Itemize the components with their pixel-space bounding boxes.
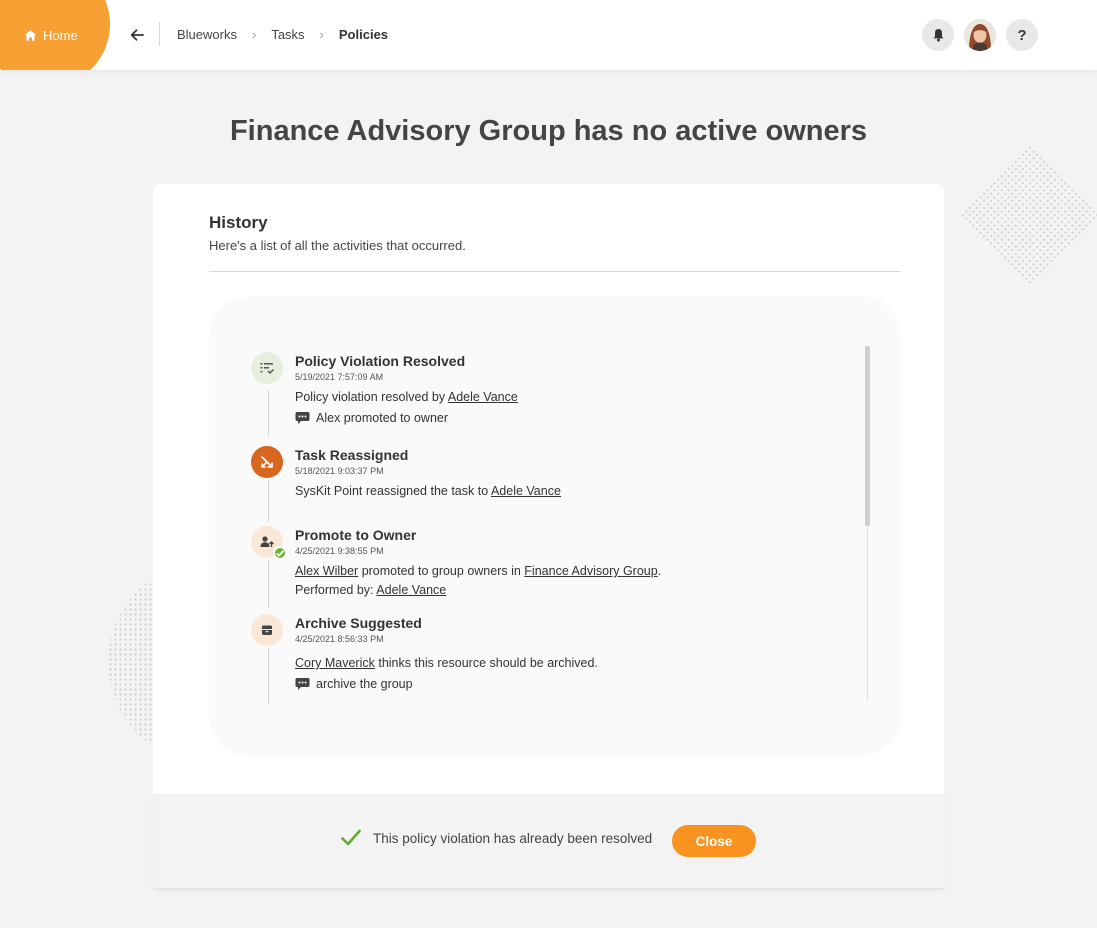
event-description: Alex Wilber promoted to group owners in … bbox=[295, 562, 661, 581]
home-label: Home bbox=[43, 27, 78, 43]
event-text: SysKit Point reassigned the task to bbox=[295, 484, 491, 498]
divider bbox=[159, 22, 160, 46]
event-text: thinks this resource should be archived. bbox=[374, 656, 598, 670]
user-link-cory-maverick[interactable]: Cory Maverick bbox=[295, 656, 375, 670]
event-title: Promote to Owner bbox=[295, 527, 417, 543]
help-button[interactable]: ? bbox=[1006, 19, 1038, 51]
event-timestamp: 5/19/2021 7:57:09 AM bbox=[295, 372, 384, 382]
history-timeline[interactable]: Policy Violation Resolved 5/19/2021 7:57… bbox=[209, 296, 901, 756]
event-content: Promote to Owner 4/25/2021 9:38:55 PM Al… bbox=[295, 526, 661, 600]
user-link-adele-vance[interactable]: Adele Vance bbox=[448, 390, 518, 404]
promote-user-icon bbox=[260, 536, 274, 547]
event-text: promoted to group owners in bbox=[358, 564, 525, 578]
comment-icon bbox=[295, 678, 310, 690]
event-title: Task Reassigned bbox=[295, 447, 409, 463]
close-button[interactable]: Close bbox=[672, 825, 756, 857]
chevron-right-icon: › bbox=[251, 27, 257, 42]
event-comment: archive the group bbox=[295, 677, 598, 691]
footer-actions: This policy violation has already been r… bbox=[153, 794, 944, 889]
event-text: . bbox=[657, 564, 662, 578]
event-performed-by: Performed by: Adele Vance bbox=[295, 581, 661, 600]
event-text: Policy violation resolved by bbox=[295, 390, 448, 404]
home-icon bbox=[24, 29, 37, 41]
breadcrumb-item-policies: Policies bbox=[338, 27, 389, 42]
comment-icon bbox=[295, 412, 310, 424]
divider bbox=[209, 271, 901, 272]
archive-icon bbox=[262, 625, 272, 635]
comment-text: archive the group bbox=[316, 677, 413, 691]
event-content: Archive Suggested 4/25/2021 8:56:33 PM C… bbox=[295, 614, 598, 691]
event-timestamp: 5/18/2021 9:03:37 PM bbox=[295, 466, 384, 476]
breadcrumb: Blueworks › Tasks › Policies bbox=[177, 27, 388, 42]
reassign-icon bbox=[261, 456, 273, 468]
home-button[interactable]: Home bbox=[24, 26, 78, 44]
event-timestamp: 4/25/2021 8:56:33 PM bbox=[295, 634, 384, 644]
history-heading: History bbox=[209, 213, 268, 232]
event-description: Policy violation resolved by Adele Vance bbox=[295, 388, 518, 407]
user-avatar-icon bbox=[964, 19, 996, 51]
header-actions: ? bbox=[922, 19, 1038, 51]
arrow-left-icon bbox=[130, 29, 144, 41]
timeline-connector bbox=[268, 648, 269, 704]
timeline-connector bbox=[268, 390, 269, 436]
group-link-finance-advisory[interactable]: Finance Advisory Group bbox=[524, 564, 657, 578]
question-mark-icon: ? bbox=[1017, 26, 1027, 44]
event-title: Archive Suggested bbox=[295, 615, 422, 631]
user-link-alex-wilber[interactable]: Alex Wilber bbox=[295, 564, 358, 578]
event-icon-wrapper bbox=[251, 352, 283, 384]
resolved-message: This policy violation has already been r… bbox=[373, 830, 653, 846]
page-title: Finance Advisory Group has no active own… bbox=[229, 115, 868, 147]
event-timestamp: 4/25/2021 9:38:55 PM bbox=[295, 546, 384, 556]
history-card: History Here's a list of all the activit… bbox=[153, 184, 944, 794]
avatar[interactable] bbox=[964, 19, 996, 51]
history-subtitle: Here's a list of all the activities that… bbox=[209, 238, 466, 253]
back-button[interactable] bbox=[128, 26, 146, 44]
comment-text: Alex promoted to owner bbox=[316, 411, 449, 425]
resolved-status: This policy violation has already been r… bbox=[341, 829, 652, 847]
timeline-connector bbox=[268, 560, 269, 608]
event-content: Task Reassigned 5/18/2021 9:03:37 PM Sys… bbox=[295, 446, 561, 501]
top-navigation-bar: Home Blueworks › Tasks › Policies ? bbox=[0, 0, 1097, 70]
event-icon-wrapper bbox=[251, 614, 283, 646]
event-content: Policy Violation Resolved 5/19/2021 7:57… bbox=[295, 352, 518, 425]
notifications-button[interactable] bbox=[922, 19, 954, 51]
event-icon-wrapper bbox=[251, 446, 283, 478]
event-description: SysKit Point reassigned the task to Adel… bbox=[295, 482, 561, 501]
breadcrumb-item-blueworks[interactable]: Blueworks bbox=[177, 27, 237, 42]
scrollbar-thumb[interactable] bbox=[865, 346, 870, 526]
checkmark-icon bbox=[341, 829, 361, 846]
event-description: Cory Maverick thinks this resource shoul… bbox=[295, 654, 598, 673]
breadcrumb-item-tasks[interactable]: Tasks bbox=[271, 27, 304, 42]
policy-checklist-icon bbox=[260, 363, 275, 375]
chevron-right-icon: › bbox=[319, 27, 324, 42]
timeline-connector bbox=[268, 480, 269, 522]
event-title: Policy Violation Resolved bbox=[295, 353, 466, 369]
check-badge-icon bbox=[273, 546, 287, 560]
event-text: Performed by: bbox=[295, 583, 377, 597]
user-link-adele-vance[interactable]: Adele Vance bbox=[376, 583, 446, 597]
event-icon-wrapper bbox=[251, 526, 287, 560]
event-comment: Alex promoted to owner bbox=[295, 411, 518, 425]
user-link-adele-vance[interactable]: Adele Vance bbox=[491, 484, 561, 498]
bell-icon bbox=[933, 29, 943, 42]
decorative-dot-pattern bbox=[959, 144, 1097, 286]
